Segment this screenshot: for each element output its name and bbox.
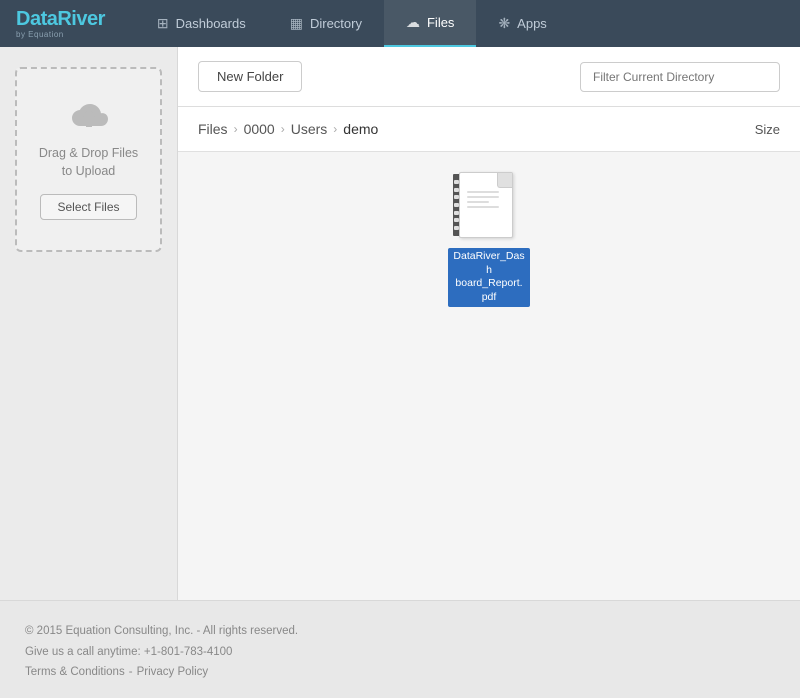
- breadcrumb-sep-2: ›: [281, 122, 285, 136]
- files-icon: ☁: [406, 14, 420, 31]
- breadcrumb-demo[interactable]: demo: [343, 121, 378, 137]
- directory-icon: ▦: [290, 15, 303, 32]
- terms-link[interactable]: Terms & Conditions: [25, 662, 125, 683]
- document-icon: [459, 172, 513, 238]
- logo-main: DataRiver: [16, 8, 105, 30]
- file-area: DataRiver_Dashboard_Report.pdf: [178, 152, 800, 600]
- navbar: DataRiver by Equation ⊞ Dashboards ▦ Dir…: [0, 0, 800, 47]
- footer: © 2015 Equation Consulting, Inc. - All r…: [0, 600, 800, 698]
- breadcrumb-sep-3: ›: [333, 122, 337, 136]
- footer-links: Terms & Conditions - Privacy Policy: [25, 662, 775, 683]
- drop-zone[interactable]: Drag & Drop Files to Upload Select Files: [15, 67, 162, 252]
- breadcrumb: Files › 0000 › Users › demo: [198, 121, 378, 137]
- dashboards-icon: ⊞: [157, 15, 169, 32]
- breadcrumb-sep-1: ›: [234, 122, 238, 136]
- filter-input[interactable]: [580, 62, 780, 92]
- toolbar: New Folder: [178, 47, 800, 107]
- main-layout: Drag & Drop Files to Upload Select Files…: [0, 47, 800, 600]
- sidebar: Drag & Drop Files to Upload Select Files: [0, 47, 178, 600]
- nav-directory-label: Directory: [310, 16, 362, 31]
- footer-copyright: © 2015 Equation Consulting, Inc. - All r…: [25, 621, 775, 642]
- upload-cloud-icon: [67, 99, 111, 135]
- file-name: DataRiver_Dashboard_Report.pdf: [448, 248, 530, 307]
- footer-phone: Give us a call anytime: +1-801-783-4100: [25, 642, 775, 663]
- file-icon-wrapper: [459, 172, 519, 244]
- size-label: Size: [755, 122, 780, 137]
- privacy-link[interactable]: Privacy Policy: [137, 662, 209, 683]
- breadcrumb-files[interactable]: Files: [198, 121, 228, 137]
- nav-apps[interactable]: ❋ Apps: [476, 0, 568, 47]
- nav-items: ⊞ Dashboards ▦ Directory ☁ Files ❋ Apps: [135, 0, 784, 47]
- upload-icon-wrapper: [67, 99, 111, 135]
- content-area: New Folder Files › 0000 › Users › demo S…: [178, 47, 800, 600]
- file-item[interactable]: DataRiver_Dashboard_Report.pdf: [449, 172, 529, 307]
- breadcrumb-users[interactable]: Users: [291, 121, 328, 137]
- nav-directory[interactable]: ▦ Directory: [268, 0, 384, 47]
- nav-files[interactable]: ☁ Files: [384, 0, 476, 47]
- nav-dashboards-label: Dashboards: [176, 16, 246, 31]
- footer-link-sep: -: [129, 662, 133, 683]
- breadcrumb-0000[interactable]: 0000: [244, 121, 275, 137]
- nav-dashboards[interactable]: ⊞ Dashboards: [135, 0, 268, 47]
- apps-icon: ❋: [498, 15, 510, 32]
- select-files-button[interactable]: Select Files: [40, 194, 136, 220]
- nav-apps-label: Apps: [517, 16, 547, 31]
- logo-sub: by Equation: [16, 30, 105, 39]
- new-folder-button[interactable]: New Folder: [198, 61, 302, 92]
- nav-files-label: Files: [427, 15, 454, 30]
- breadcrumb-bar: Files › 0000 › Users › demo Size: [178, 107, 800, 152]
- drop-text: Drag & Drop Files to Upload: [37, 145, 140, 180]
- logo: DataRiver by Equation: [16, 8, 105, 39]
